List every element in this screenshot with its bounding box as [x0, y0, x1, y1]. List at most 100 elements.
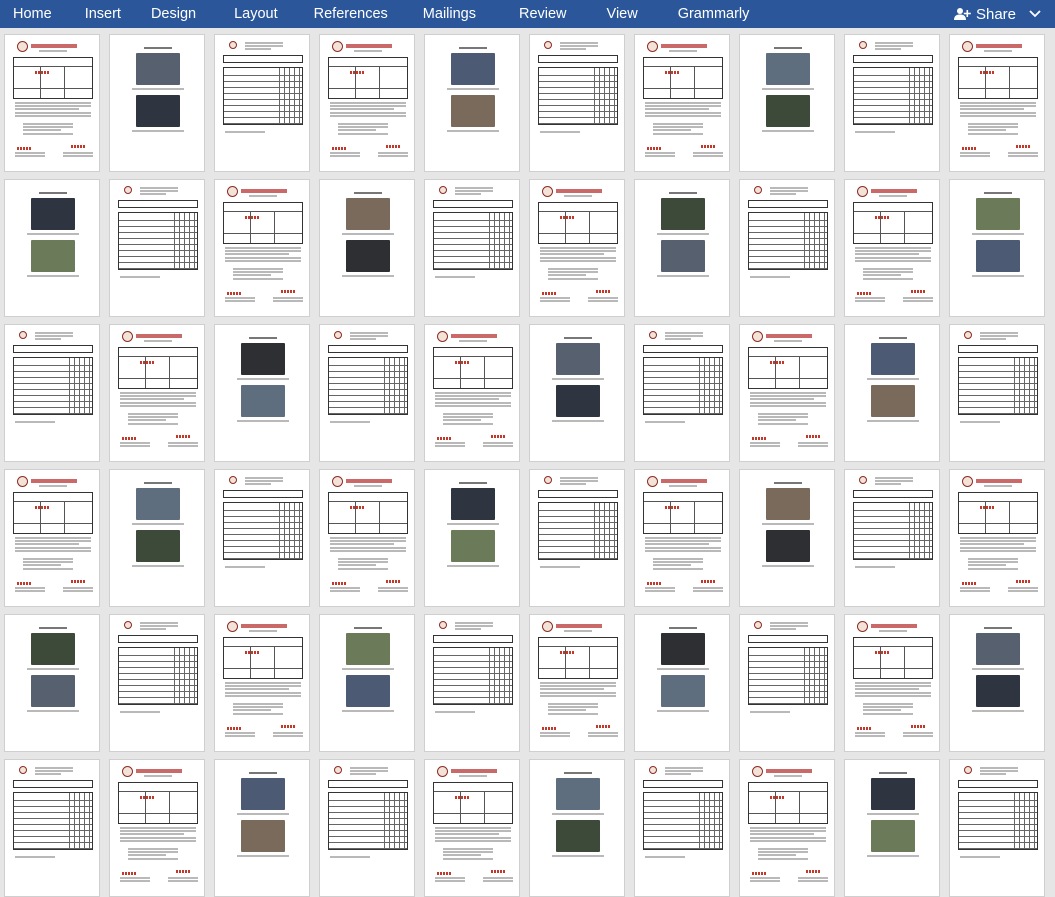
page-thumbnail[interactable] — [529, 614, 625, 752]
page-thumbnail[interactable] — [4, 469, 100, 607]
page-thumbnail[interactable] — [109, 469, 205, 607]
text-line — [233, 703, 283, 705]
page-thumbnail[interactable] — [424, 179, 520, 317]
text-line — [588, 732, 618, 734]
page-thumbnail[interactable] — [949, 469, 1045, 607]
page-thumbnail[interactable] — [634, 614, 730, 752]
page-thumbnail[interactable] — [634, 324, 730, 462]
page-thumbnail[interactable] — [634, 469, 730, 607]
page-thumbnail[interactable] — [319, 34, 415, 172]
page-thumbnail[interactable] — [319, 469, 415, 607]
page-thumbnail[interactable] — [319, 324, 415, 462]
documentation-photo — [451, 95, 495, 127]
text-line — [980, 332, 1018, 334]
page-thumbnail[interactable] — [949, 614, 1045, 752]
page-thumbnail[interactable] — [739, 324, 835, 462]
page-thumbnail[interactable] — [4, 179, 100, 317]
page-thumbnail[interactable] — [319, 759, 415, 897]
page-thumbnail[interactable] — [949, 179, 1045, 317]
page-thumbnail[interactable] — [214, 324, 310, 462]
page-thumbnail[interactable] — [634, 34, 730, 172]
page-thumbnail[interactable] — [424, 614, 520, 752]
table-rule — [749, 697, 827, 698]
page-thumbnail[interactable] — [634, 759, 730, 897]
table-rule — [854, 117, 932, 118]
page-thumbnail[interactable] — [4, 324, 100, 462]
page-thumbnail[interactable] — [529, 34, 625, 172]
table-rule — [434, 268, 512, 269]
table-rule — [299, 503, 300, 559]
text-line — [23, 564, 61, 567]
tab-insert[interactable]: Insert — [85, 0, 121, 28]
page-thumbnail[interactable] — [949, 34, 1045, 172]
page-thumbnail[interactable] — [739, 469, 835, 607]
college-logo — [332, 476, 343, 487]
tab-review[interactable]: Review — [519, 0, 567, 28]
page-thumbnail[interactable] — [109, 34, 205, 172]
page-thumbnail[interactable] — [844, 34, 940, 172]
table-rule — [224, 540, 302, 541]
page-thumbnail[interactable] — [319, 614, 415, 752]
page-thumbnail[interactable] — [424, 759, 520, 897]
page-thumbnail[interactable] — [949, 324, 1045, 462]
text-line — [233, 706, 283, 709]
table-rule — [169, 791, 170, 823]
table-rule — [644, 800, 722, 801]
table-rule — [919, 503, 920, 559]
page-thumbnail[interactable] — [529, 179, 625, 317]
page-thumbnail[interactable] — [844, 759, 940, 897]
text-line — [960, 537, 1036, 539]
tab-grammarly[interactable]: Grammarly — [678, 0, 750, 28]
photo-caption — [972, 668, 1024, 670]
page-thumbnail[interactable] — [844, 469, 940, 607]
page-thumbnail[interactable] — [109, 759, 205, 897]
page-thumbnail[interactable] — [214, 179, 310, 317]
page-thumbnail[interactable] — [424, 324, 520, 462]
page-thumbnail[interactable] — [4, 34, 100, 172]
table-rule — [704, 793, 705, 849]
page-thumbnail[interactable] — [529, 469, 625, 607]
page-thumbnail[interactable] — [529, 759, 625, 897]
signature-mark — [542, 727, 556, 730]
page-thumbnail[interactable] — [4, 759, 100, 897]
tab-mailings[interactable]: Mailings — [423, 0, 476, 28]
page-thumbnail[interactable] — [844, 614, 940, 752]
page-thumbnail[interactable] — [739, 614, 835, 752]
table-rule — [749, 703, 827, 704]
page-thumbnail[interactable] — [739, 34, 835, 172]
text-line — [338, 558, 388, 560]
page-thumbnail[interactable] — [739, 179, 835, 317]
page-thumbnail[interactable] — [109, 324, 205, 462]
page-thumbnail[interactable] — [949, 759, 1045, 897]
photo-caption — [972, 233, 1024, 235]
table-rule — [1024, 358, 1025, 414]
tab-references[interactable]: References — [314, 0, 388, 28]
share-button[interactable]: Share — [953, 0, 1041, 28]
page-thumbnail[interactable] — [424, 469, 520, 607]
page-thumbnail[interactable] — [319, 179, 415, 317]
chevron-down-icon[interactable] — [1029, 10, 1041, 18]
tab-layout[interactable]: Layout — [234, 0, 278, 28]
page-thumbnail[interactable] — [109, 179, 205, 317]
photo-caption — [447, 565, 499, 567]
page-thumbnail[interactable] — [214, 759, 310, 897]
tab-design[interactable]: Design — [151, 0, 196, 28]
page-thumbnail[interactable] — [529, 324, 625, 462]
page-thumbnail[interactable] — [844, 324, 940, 462]
page-thumbnail[interactable] — [214, 469, 310, 607]
section-heading — [774, 47, 802, 49]
page-thumbnail[interactable] — [634, 179, 730, 317]
text-line — [15, 537, 91, 539]
text-line — [665, 332, 703, 334]
page-thumbnail[interactable] — [214, 34, 310, 172]
page-thumbnail[interactable] — [844, 179, 940, 317]
page-thumbnail[interactable] — [109, 614, 205, 752]
page-thumbnail[interactable] — [4, 614, 100, 752]
table-rule — [179, 648, 180, 704]
tab-view[interactable]: View — [607, 0, 638, 28]
page-thumbnail[interactable] — [424, 34, 520, 172]
text-line — [245, 483, 271, 486]
page-thumbnail[interactable] — [214, 614, 310, 752]
page-thumbnail[interactable] — [739, 759, 835, 897]
tab-home[interactable]: Home — [13, 0, 52, 28]
